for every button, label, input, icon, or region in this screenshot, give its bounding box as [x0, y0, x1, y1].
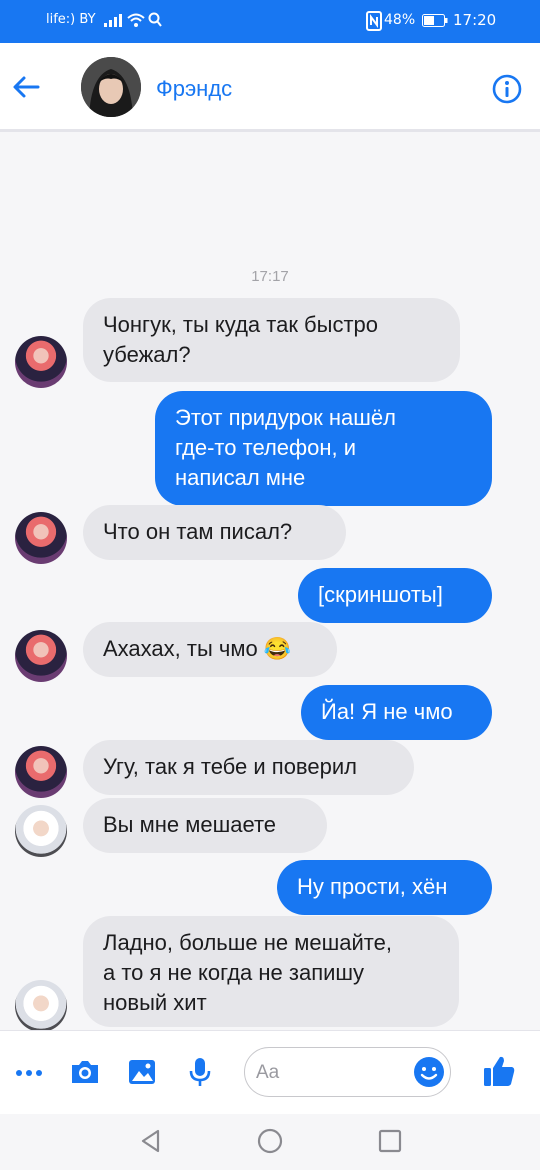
message-line: [скриншоты]: [318, 582, 443, 607]
carrier-label: life:) BY: [46, 12, 96, 27]
camera-icon[interactable]: [68, 1055, 102, 1089]
message-line: Ладно, больше не мешайте,: [103, 930, 392, 955]
battery-icon: [422, 14, 448, 27]
conversation-title[interactable]: Фрэндс: [156, 76, 232, 102]
emoji-icon[interactable]: [413, 1056, 445, 1088]
thumbs-up-icon[interactable]: [481, 1053, 517, 1089]
message-bubble-incoming[interactable]: Ладно, больше не мешайте, а то я не когд…: [83, 916, 459, 1027]
signal-icon: [104, 14, 122, 27]
conversation-header: Фрэндс: [0, 43, 540, 132]
message-bubble-outgoing[interactable]: [скриншоты]: [298, 568, 492, 623]
status-bar: life:) BY 48% 17:20: [0, 0, 540, 43]
conversation-timestamp: 17:17: [251, 268, 289, 285]
back-triangle-icon[interactable]: [136, 1126, 166, 1156]
message-line: Этот придурок нашёл: [175, 405, 396, 430]
message-bubble-outgoing[interactable]: Ну прости, хён: [277, 860, 492, 915]
sender-avatar[interactable]: [15, 336, 67, 388]
message-bubble-incoming[interactable]: Вы мне мешаете: [83, 798, 327, 853]
recents-square-icon[interactable]: [375, 1126, 405, 1156]
system-nav-bar: [0, 1114, 540, 1170]
more-icon[interactable]: [12, 1056, 46, 1090]
battery-percent: 48%: [384, 12, 416, 28]
clock: 17:20: [453, 11, 497, 29]
message-line: написал мне: [175, 465, 306, 490]
microphone-icon[interactable]: [183, 1055, 217, 1089]
message-line: где-то телефон, и: [175, 435, 357, 460]
message-bubble-outgoing[interactable]: Йа! Я не чмо: [301, 685, 492, 740]
nfc-icon: [366, 11, 382, 31]
message-bubble-incoming[interactable]: Что он там писал?: [83, 505, 346, 560]
message-input[interactable]: Aa: [244, 1047, 451, 1097]
sender-avatar[interactable]: [15, 746, 67, 798]
group-avatar-image: [81, 57, 141, 117]
message-bubble-outgoing[interactable]: Этот придурок нашёл где-то телефон, и на…: [155, 391, 492, 506]
message-line: Вы мне мешаете: [103, 812, 277, 837]
search-icon: [148, 12, 162, 27]
message-bubble-incoming[interactable]: Ахахах, ты чмо 😂: [83, 622, 337, 677]
info-icon[interactable]: [491, 73, 523, 105]
back-button[interactable]: [10, 71, 42, 103]
wifi-icon: [127, 13, 145, 27]
group-avatar[interactable]: [81, 57, 141, 117]
message-line: Ахахах, ты чмо 😂: [103, 636, 292, 661]
message-line: Йа! Я не чмо: [321, 699, 453, 724]
message-line: Что он там писал?: [103, 519, 293, 544]
sender-avatar[interactable]: [15, 630, 67, 682]
sender-avatar[interactable]: [15, 980, 67, 1032]
sender-avatar[interactable]: [15, 512, 67, 564]
home-circle-icon[interactable]: [255, 1126, 285, 1156]
arrow-left-icon: [13, 76, 40, 98]
image-icon[interactable]: [125, 1055, 159, 1089]
message-line: новый хит: [103, 990, 207, 1015]
sender-avatar[interactable]: [15, 805, 67, 857]
message-line: убежал?: [103, 342, 191, 367]
message-line: Угу, так я тебе и поверил: [103, 754, 357, 779]
message-line: Чонгук, ты куда так быстро: [103, 312, 379, 337]
message-bubble-incoming[interactable]: Чонгук, ты куда так быстро убежал?: [83, 298, 460, 382]
message-bubble-incoming[interactable]: Угу, так я тебе и поверил: [83, 740, 414, 795]
message-input-placeholder: Aa: [256, 1062, 280, 1083]
message-line: Ну прости, хён: [297, 874, 448, 899]
message-line: а то я не когда не запишу: [103, 960, 365, 985]
message-composer: Aa: [0, 1030, 540, 1114]
